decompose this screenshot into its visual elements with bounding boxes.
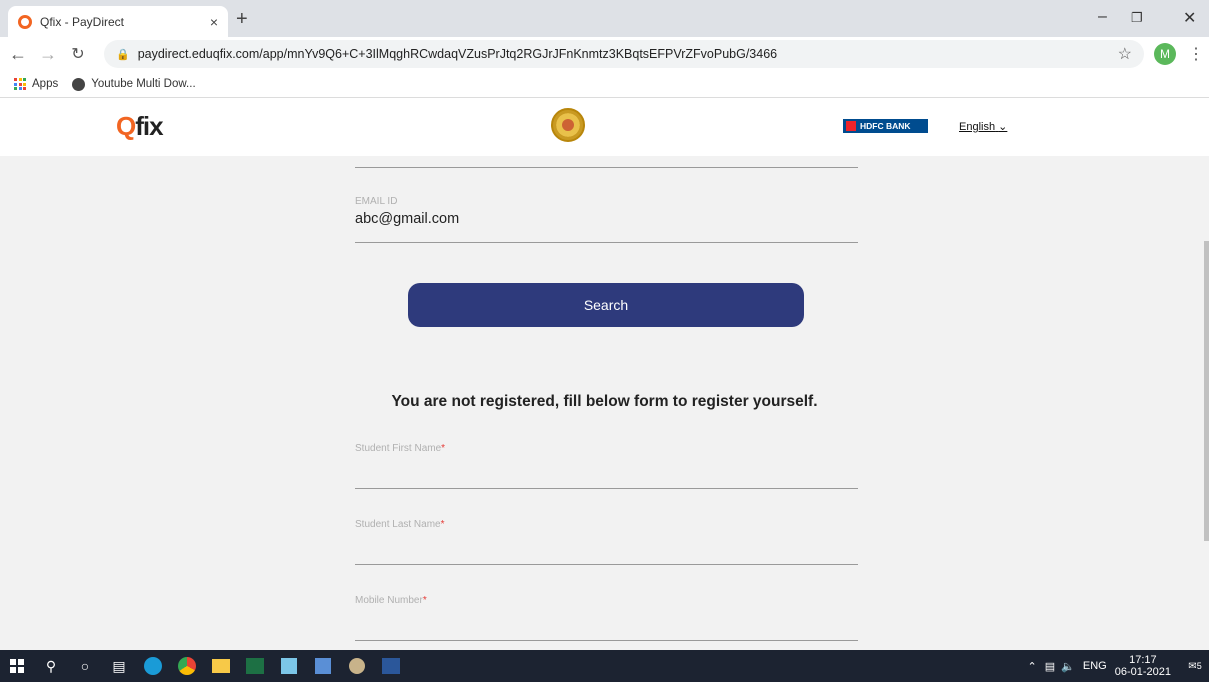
edge-icon[interactable] (136, 650, 170, 682)
paint-icon[interactable] (340, 650, 374, 682)
chevron-down-icon: ⌄ (998, 121, 1008, 133)
hdfc-square-icon (846, 121, 856, 131)
browser-toolbar: ← → ↻ 🔒 paydirect.eduqfix.com/app/mnYv9Q… (0, 37, 1209, 71)
clock[interactable]: 17:17 06-01-2021 (1115, 654, 1171, 678)
volume-icon[interactable]: 🔈 (1061, 660, 1075, 673)
profile-avatar[interactable]: M (1154, 43, 1176, 65)
field-label: Student Last Name (355, 519, 441, 530)
browser-menu-icon[interactable]: ⋮ (1188, 44, 1204, 64)
reload-icon[interactable]: ↻ (66, 44, 90, 64)
bookmark-youtube-multi[interactable]: Youtube Multi Dow... (72, 77, 196, 91)
required-asterisk: * (440, 519, 445, 530)
tab-title: Qfix - PayDirect (40, 14, 125, 29)
field-label: Mobile Number (355, 595, 423, 606)
qfix-favicon-icon (18, 14, 32, 29)
tab-close-icon[interactable]: × (210, 14, 218, 30)
page-scrollbar[interactable] (1204, 241, 1209, 541)
required-asterisk: * (441, 443, 446, 454)
language-selector[interactable]: English ⌄ (959, 120, 1007, 133)
email-label: EMAIL ID (355, 196, 398, 207)
institution-emblem (551, 108, 585, 142)
minimize-icon[interactable]: – (1098, 8, 1107, 26)
bookmark-label: Apps (32, 78, 59, 90)
bookmark-star-icon[interactable]: ☆ (1118, 44, 1132, 64)
site-header: Qfix HDFC BANK English ⌄ (0, 98, 1209, 156)
excel-icon[interactable] (238, 650, 272, 682)
registration-notice: You are not registered, fill below form … (391, 393, 818, 410)
new-tab-button[interactable]: + (236, 8, 248, 31)
previous-field-underline (355, 156, 858, 168)
apps-grid-icon (14, 78, 26, 90)
chrome-icon[interactable] (170, 650, 204, 682)
task-view-icon[interactable]: ▤ (102, 650, 136, 682)
email-value: abc@gmail.com (355, 211, 460, 227)
qfix-logo[interactable]: Qfix (116, 111, 164, 142)
cortana-icon[interactable]: ○ (68, 650, 102, 682)
restore-icon[interactable]: ❐ (1131, 10, 1143, 26)
show-hidden-icons-icon[interactable]: ⌃ (1028, 660, 1037, 673)
windows-start-icon[interactable] (0, 650, 34, 682)
network-icon[interactable]: ▤ (1045, 660, 1055, 673)
bookmark-label: Youtube Multi Dow... (91, 78, 196, 90)
forward-icon[interactable]: → (36, 44, 60, 65)
windows-taskbar: ⚲ ○ ▤ ⌃ ▤ 🔈 ENG 17:17 06-01-2021 ✉ 5 (0, 650, 1209, 682)
back-icon[interactable]: ← (6, 44, 30, 65)
window-close-icon[interactable]: ✕ (1183, 8, 1196, 28)
input-language[interactable]: ENG (1083, 660, 1107, 672)
field-label: Student First Name (355, 443, 442, 454)
browser-tab-bar: Qfix - PayDirect × + – ❐ ✕ (0, 0, 1209, 37)
student-last-name-field[interactable]: Student Last Name* (355, 519, 858, 565)
mobile-number-field[interactable]: Mobile Number* (355, 595, 858, 641)
bookmarks-bar: Apps Youtube Multi Dow... (0, 71, 1209, 98)
notification-center-icon[interactable]: ✉ 5 (1181, 661, 1209, 672)
url-text: paydirect.eduqfix.com/app/mnYv9Q6+C+3IlM… (137, 47, 778, 61)
required-asterisk: * (422, 595, 427, 606)
file-explorer-icon[interactable] (204, 650, 238, 682)
address-bar[interactable]: 🔒 paydirect.eduqfix.com/app/mnYv9Q6+C+3I… (104, 40, 1144, 68)
search-button[interactable]: Search (408, 283, 804, 327)
page-content: EMAIL ID abc@gmail.com Search You are no… (0, 156, 1209, 650)
globe-icon (72, 77, 86, 91)
search-icon[interactable]: ⚲ (34, 650, 68, 682)
word-icon[interactable] (374, 650, 408, 682)
lock-icon: 🔒 (116, 48, 130, 61)
hdfc-bank-logo: HDFC BANK (843, 119, 928, 133)
email-field[interactable]: EMAIL ID abc@gmail.com (355, 196, 858, 243)
app-icon[interactable] (306, 650, 340, 682)
snipping-tool-icon[interactable] (272, 650, 306, 682)
bookmark-apps[interactable]: Apps (14, 78, 58, 90)
system-tray: ⌃ ▤ 🔈 ENG 17:17 06-01-2021 ✉ 5 (1028, 650, 1209, 682)
student-first-name-field[interactable]: Student First Name* (355, 443, 858, 489)
browser-tab[interactable]: Qfix - PayDirect × (8, 6, 228, 37)
